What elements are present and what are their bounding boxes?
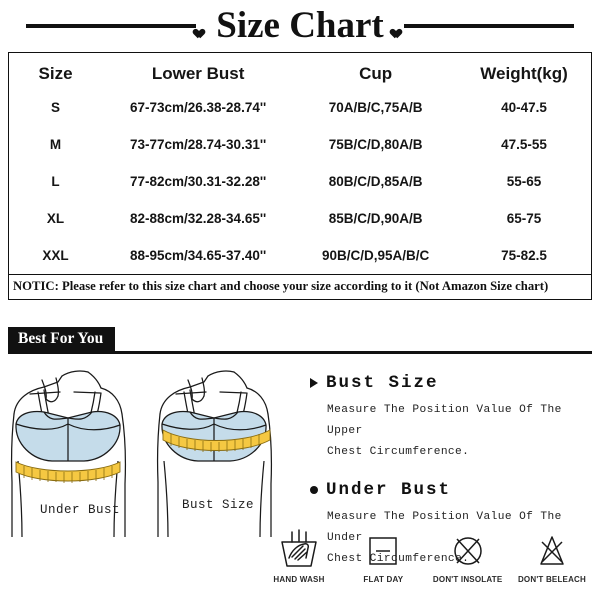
care-item-hand-wash: HAND WASH bbox=[258, 528, 340, 584]
cell-size: XXL bbox=[42, 248, 69, 263]
cell-size: XL bbox=[46, 211, 65, 226]
cell-size: M bbox=[49, 137, 62, 152]
cell-cup: 85B/C/D,90A/B bbox=[328, 211, 423, 226]
size-chart-notice: NOTIC: Please refer to this size chart a… bbox=[9, 274, 591, 299]
cell-lower-bust: 77-82cm/30.31-32.28'' bbox=[129, 174, 267, 189]
guide-heading: Under Bust bbox=[310, 480, 595, 500]
tape-measure-under-bust bbox=[15, 461, 121, 483]
guide-title-under-bust: Under Bust bbox=[326, 480, 452, 500]
care-label-flat-dry: FLAT DAY bbox=[363, 575, 404, 584]
guide-desc-line2: Chest Circumference. bbox=[327, 446, 470, 458]
hand-wash-icon bbox=[281, 529, 317, 567]
guide-title-bust-size: Bust Size bbox=[326, 373, 439, 393]
title-rule-right bbox=[403, 24, 574, 28]
cell-lower-bust: 67-73cm/26.38-28.74'' bbox=[129, 100, 267, 115]
round-bullet-icon bbox=[310, 486, 318, 494]
table-header-row: Size Lower Bust Cup Weight(kg) bbox=[9, 53, 591, 89]
cell-size: L bbox=[51, 174, 60, 189]
best-for-you-badge: Best For You bbox=[8, 327, 116, 351]
care-instructions: HAND WASH FLAT DAY DON'T INSOLATE DON'T … bbox=[258, 528, 593, 584]
page-title-bar: Size Chart bbox=[0, 4, 600, 48]
care-item-flat-dry: FLAT DAY bbox=[342, 528, 424, 584]
cell-weight: 55-65 bbox=[506, 174, 542, 189]
no-sunlight-icon bbox=[453, 537, 482, 565]
guide-desc-line1: Measure The Position Value Of The Upper bbox=[327, 404, 562, 437]
title-rule-left bbox=[26, 24, 197, 28]
care-label-hand-wash: HAND WASH bbox=[273, 575, 325, 584]
cell-cup: 80B/C/D,85A/B bbox=[328, 174, 423, 189]
guide-block-bust-size: Bust Size Measure The Position Value Of … bbox=[310, 373, 595, 463]
column-header-weight: Weight(kg) bbox=[480, 63, 568, 83]
size-chart-table: Size Lower Bust Cup Weight(kg) S 67-73cm… bbox=[8, 52, 592, 300]
table-row: M 73-77cm/28.74-30.31'' 75B/C/D,80A/B 47… bbox=[9, 126, 591, 163]
table-row: XL 82-88cm/32.28-34.65'' 85B/C/D,90A/B 6… bbox=[9, 200, 591, 237]
flat-dry-icon bbox=[369, 537, 398, 565]
table-row: L 77-82cm/30.31-32.28'' 80B/C/D,85A/B 55… bbox=[9, 163, 591, 200]
table-row: XXL 88-95cm/34.65-37.40'' 90B/C/D,95A/B/… bbox=[9, 237, 591, 274]
illustration-label-bust-size: Bust Size bbox=[182, 498, 255, 512]
no-bleach-icon bbox=[540, 536, 564, 565]
best-for-you-section: Best For You bbox=[8, 327, 592, 355]
heart-icon bbox=[196, 25, 207, 36]
column-header-lower-bust: Lower Bust bbox=[151, 63, 245, 83]
page-title: Size Chart bbox=[216, 5, 384, 46]
care-label-no-sunlight: DON'T INSOLATE bbox=[432, 575, 503, 584]
cell-cup: 70A/B/C,75A/B bbox=[328, 100, 423, 115]
cell-size: S bbox=[51, 100, 61, 115]
column-header-cup: Cup bbox=[359, 63, 393, 83]
heart-icon bbox=[393, 25, 404, 36]
cell-weight: 47.5-55 bbox=[501, 137, 547, 152]
cell-weight: 75-82.5 bbox=[501, 248, 547, 263]
triangle-bullet-icon bbox=[310, 378, 318, 388]
guide-heading: Bust Size bbox=[310, 373, 595, 393]
care-item-no-sunlight: DON'T INSOLATE bbox=[427, 528, 509, 584]
illustration-label-under-bust: Under Bust bbox=[40, 503, 121, 517]
cell-weight: 65-75 bbox=[506, 211, 542, 226]
care-item-no-bleach: DON'T BELEACH bbox=[511, 528, 593, 584]
table-row: S 67-73cm/26.38-28.74'' 70A/B/C,75A/B 40… bbox=[9, 89, 591, 126]
care-label-no-bleach: DON'T BELEACH bbox=[517, 575, 587, 584]
cell-lower-bust: 88-95cm/34.65-37.40'' bbox=[129, 248, 267, 263]
column-header-size: Size bbox=[38, 63, 73, 83]
best-for-you-rule bbox=[8, 351, 592, 354]
cell-cup: 75B/C/D,80A/B bbox=[328, 137, 423, 152]
cell-cup: 90B/C/D,95A/B/C bbox=[321, 248, 430, 263]
cell-weight: 40-47.5 bbox=[501, 100, 547, 115]
cell-lower-bust: 73-77cm/28.74-30.31'' bbox=[129, 137, 267, 152]
cell-lower-bust: 82-88cm/32.28-34.65'' bbox=[129, 211, 267, 226]
